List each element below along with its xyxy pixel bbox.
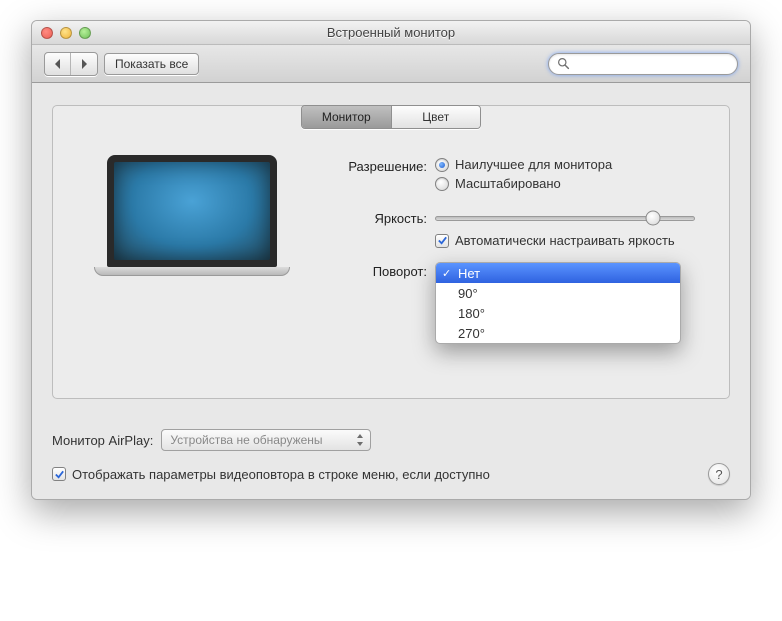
slider-thumb[interactable] xyxy=(645,211,660,226)
updown-icon xyxy=(355,433,365,447)
resolution-scaled-label: Масштабировано xyxy=(455,176,561,191)
settings-form: Разрешение: Наилучшее для монитора Масшт… xyxy=(335,151,705,358)
resolution-scaled-option[interactable]: Масштабировано xyxy=(435,176,705,191)
airplay-dropdown[interactable]: Устройства не обнаружены xyxy=(161,429,371,451)
tab-monitor-label: Монитор xyxy=(322,110,371,124)
rotation-option-270[interactable]: 270° xyxy=(436,323,680,343)
titlebar: Встроенный монитор xyxy=(32,21,750,45)
show-all-button[interactable]: Показать все xyxy=(104,53,199,75)
preferences-window: Встроенный монитор Показать все xyxy=(31,20,751,500)
tab-monitor[interactable]: Монитор xyxy=(302,106,391,128)
window-controls xyxy=(41,27,91,39)
airplay-label: Монитор AirPlay: xyxy=(52,433,153,448)
back-button[interactable] xyxy=(45,53,71,75)
settings-panel: Монитор Цвет Разрешение: xyxy=(52,105,730,399)
rotation-option-180[interactable]: 180° xyxy=(436,303,680,323)
airplay-row: Монитор AirPlay: Устройства не обнаружен… xyxy=(52,429,730,451)
window-title: Встроенный монитор xyxy=(32,25,750,40)
forward-button[interactable] xyxy=(71,53,97,75)
mirroring-label: Отображать параметры видеоповтора в стро… xyxy=(72,467,490,482)
help-icon: ? xyxy=(715,467,722,482)
close-button[interactable] xyxy=(41,27,53,39)
tab-color-label: Цвет xyxy=(422,110,449,124)
search-input[interactable] xyxy=(576,57,731,71)
nav-segmented xyxy=(44,52,98,76)
content-area: Монитор Цвет Разрешение: xyxy=(32,83,750,499)
tab-group: Монитор Цвет xyxy=(301,105,481,129)
resolution-best-option[interactable]: Наилучшее для монитора xyxy=(435,157,705,172)
auto-brightness-option[interactable]: Автоматически настраивать яркость xyxy=(435,233,705,248)
chevron-left-icon xyxy=(52,58,64,70)
zoom-button[interactable] xyxy=(79,27,91,39)
chevron-right-icon xyxy=(78,58,90,70)
brightness-label: Яркость: xyxy=(335,209,435,226)
rotation-option-90[interactable]: 90° xyxy=(436,283,680,303)
airplay-value: Устройства не обнаружены xyxy=(170,433,322,447)
brightness-slider[interactable] xyxy=(435,209,695,227)
resolution-label: Разрешение: xyxy=(335,157,435,174)
checkbox-icon xyxy=(435,234,449,248)
search-icon xyxy=(557,57,570,70)
toolbar: Показать все xyxy=(32,45,750,83)
radio-icon xyxy=(435,158,449,172)
resolution-best-label: Наилучшее для монитора xyxy=(455,157,612,172)
auto-brightness-label: Автоматически настраивать яркость xyxy=(455,233,675,248)
show-all-label: Показать все xyxy=(115,57,188,71)
rotation-label: Поворот: xyxy=(335,262,435,279)
tab-color[interactable]: Цвет xyxy=(391,106,481,128)
footer-row: Отображать параметры видеоповтора в стро… xyxy=(52,463,730,485)
search-field[interactable] xyxy=(548,53,738,75)
mirroring-checkbox[interactable] xyxy=(52,467,66,481)
help-button[interactable]: ? xyxy=(708,463,730,485)
rotation-option-none[interactable]: Нет xyxy=(436,263,680,283)
display-illustration xyxy=(77,151,307,358)
minimize-button[interactable] xyxy=(60,27,72,39)
radio-icon xyxy=(435,177,449,191)
rotation-dropdown[interactable]: Нет 90° 180° 270° xyxy=(435,262,681,344)
